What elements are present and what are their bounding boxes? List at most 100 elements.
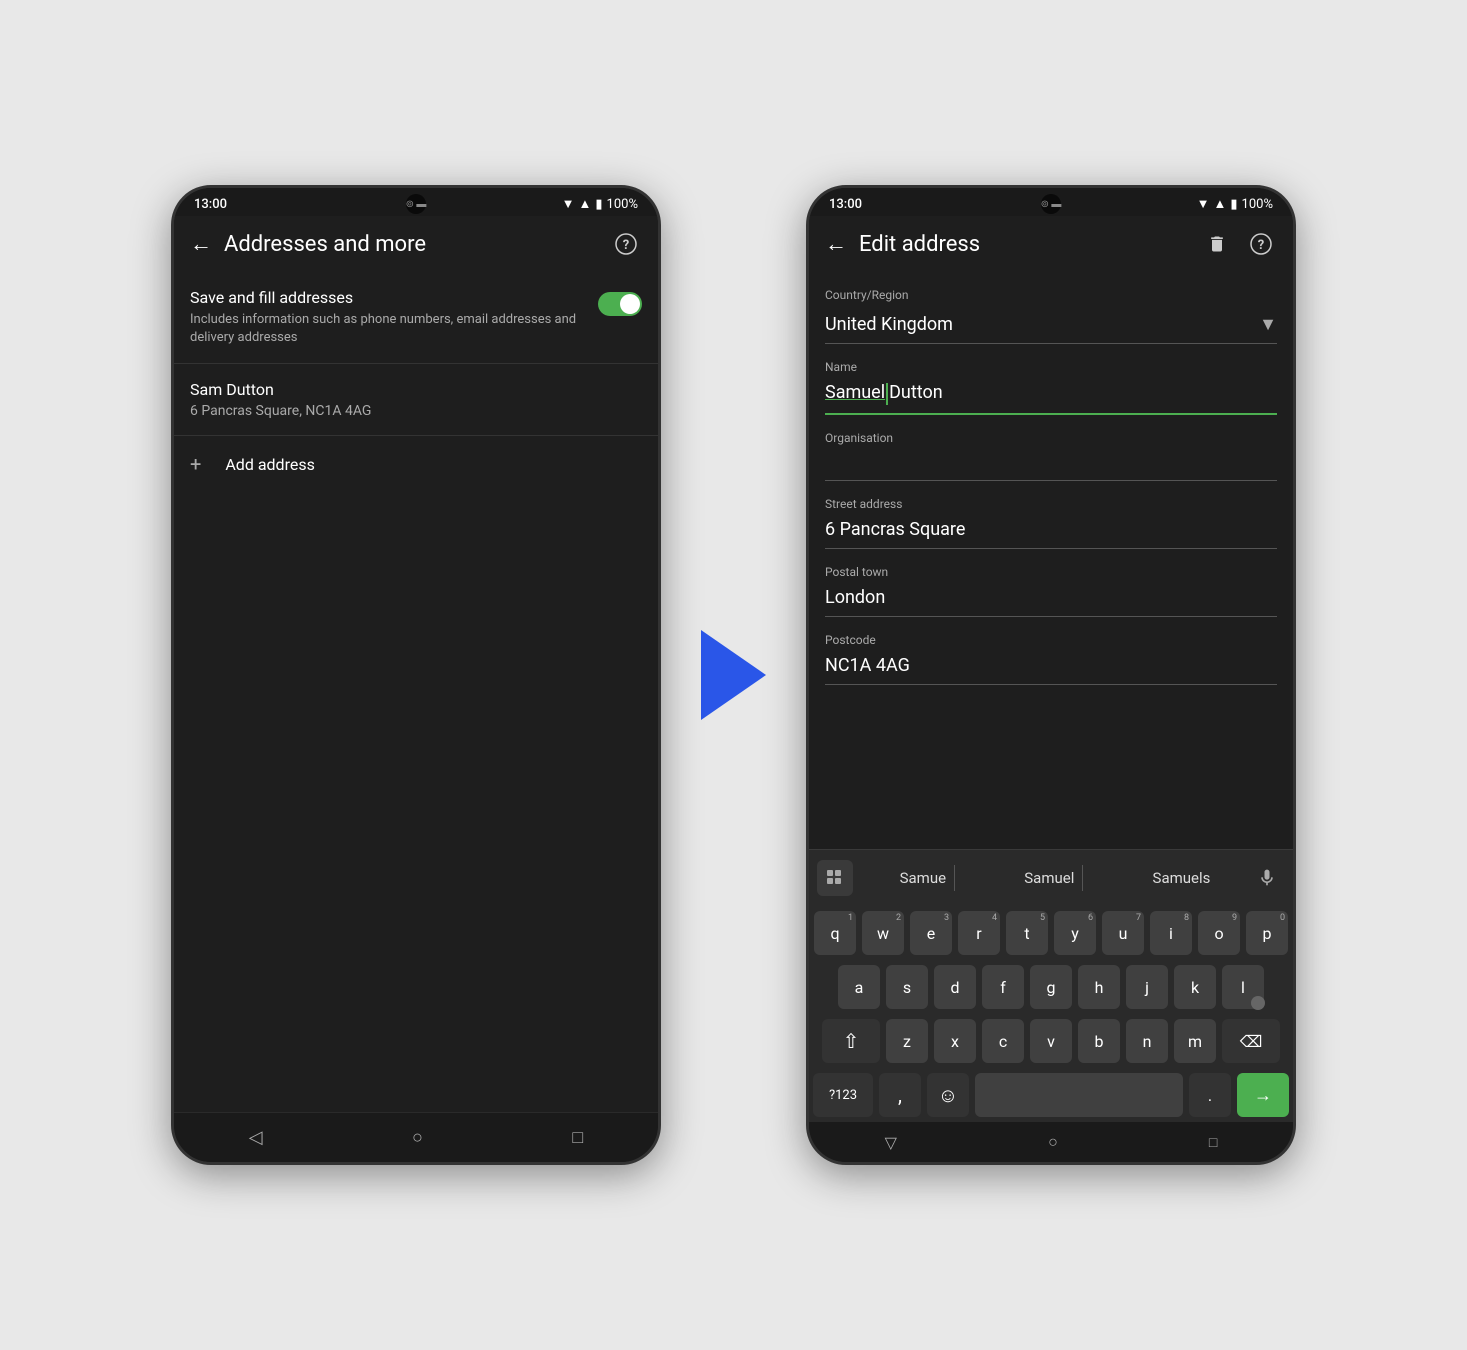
toggle-row[interactable]: Save and fill addresses Includes informa…: [174, 272, 658, 364]
key-s[interactable]: s: [886, 965, 928, 1009]
nav-recents-2[interactable]: □: [1189, 1126, 1237, 1159]
comma-key[interactable]: ,: [879, 1073, 921, 1117]
help-button-2[interactable]: ?: [1245, 228, 1277, 260]
key-h[interactable]: h: [1078, 965, 1120, 1009]
key-z[interactable]: z: [886, 1019, 928, 1063]
emoji-key[interactable]: ☺: [927, 1073, 969, 1117]
org-label: Organisation: [825, 431, 1277, 445]
signal-icon-1: ▲: [579, 196, 592, 212]
country-value: United Kingdom: [825, 314, 953, 335]
screen-2-content: ← Edit address ? Country: [809, 216, 1293, 1122]
key-k[interactable]: k: [1174, 965, 1216, 1009]
battery-pct-2: 100%: [1242, 197, 1273, 212]
key-g[interactable]: g: [1030, 965, 1072, 1009]
page-title-2: Edit address: [859, 232, 1201, 257]
key-r[interactable]: 4r: [958, 911, 1000, 955]
shift-key[interactable]: ⇧: [822, 1019, 880, 1063]
delete-button[interactable]: [1201, 228, 1233, 260]
enter-key[interactable]: →: [1237, 1073, 1289, 1117]
org-field-group: Organisation: [825, 431, 1277, 481]
key-a[interactable]: a: [838, 965, 880, 1009]
name-input-container[interactable]: SamuelDutton: [825, 378, 1277, 415]
add-address-row[interactable]: + Add address: [174, 436, 658, 492]
period-key[interactable]: .: [1189, 1073, 1231, 1117]
postcode-label: Postcode: [825, 633, 1277, 647]
name-value-part1: Samuel: [825, 382, 885, 403]
transition-arrow: [701, 630, 766, 720]
keyboard-row-4: ?123 , ☺ . →: [809, 1068, 1293, 1122]
mic-button[interactable]: [1249, 860, 1285, 896]
name-label: Name: [825, 360, 1277, 374]
key-q[interactable]: 1q: [814, 911, 856, 955]
org-input[interactable]: [825, 449, 1277, 481]
dropdown-arrow-icon: ▼: [1259, 314, 1277, 335]
battery-icon-2: ▮: [1230, 197, 1237, 212]
keyboard-grid-button[interactable]: [817, 860, 853, 896]
phone-frame-2: 13:00 ⊚ ▬ ▼ ▲ ▮ 100% ← Edit address: [806, 185, 1296, 1165]
text-cursor: [886, 383, 888, 405]
street-value[interactable]: 6 Pancras Square: [825, 515, 1277, 549]
screen-1-content: ← Addresses and more ? Save and fill add…: [174, 216, 658, 1112]
status-time-2: 13:00: [829, 197, 862, 212]
nav-bar-2: ▽ ○ □: [809, 1122, 1293, 1162]
key-n[interactable]: n: [1126, 1019, 1168, 1063]
key-c[interactable]: c: [982, 1019, 1024, 1063]
key-o[interactable]: 9o: [1198, 911, 1240, 955]
address-name: Sam Dutton: [190, 380, 642, 399]
nav-home-2[interactable]: ○: [1028, 1124, 1078, 1160]
address-detail: 6 Pancras Square, NC1A 4AG: [190, 403, 642, 419]
app-bar-actions-1: ?: [610, 228, 642, 260]
key-j[interactable]: j: [1126, 965, 1168, 1009]
space-key[interactable]: [975, 1073, 1183, 1117]
autocomplete-bar: Samue Samuel Samuels: [809, 849, 1293, 906]
key-d[interactable]: d: [934, 965, 976, 1009]
backspace-key[interactable]: ⌫: [1222, 1019, 1280, 1063]
add-icon: +: [190, 452, 201, 476]
key-l[interactable]: l: [1222, 965, 1264, 1009]
page-title-1: Addresses and more: [224, 232, 610, 257]
keyboard-row-3: ⇧ z x c v b n m ⌫: [809, 1014, 1293, 1068]
suggestion-1[interactable]: Samue: [892, 865, 955, 891]
key-b[interactable]: b: [1078, 1019, 1120, 1063]
suggestion-2[interactable]: Samuel: [1016, 865, 1083, 891]
postal-town-value[interactable]: London: [825, 583, 1277, 617]
back-button-2[interactable]: ←: [825, 231, 847, 257]
key-i[interactable]: 8i: [1150, 911, 1192, 955]
screen-1-spacer: [174, 492, 658, 1112]
street-label: Street address: [825, 497, 1277, 511]
key-x[interactable]: x: [934, 1019, 976, 1063]
key-f[interactable]: f: [982, 965, 1024, 1009]
help-button-1[interactable]: ?: [610, 228, 642, 260]
nav-bar-1: ◁ ○ □: [174, 1112, 658, 1162]
key-t[interactable]: 5t: [1006, 911, 1048, 955]
key-v[interactable]: v: [1030, 1019, 1072, 1063]
key-m[interactable]: m: [1174, 1019, 1216, 1063]
name-field-group: Name SamuelDutton: [825, 360, 1277, 415]
key-p[interactable]: 0p: [1246, 911, 1288, 955]
key-y[interactable]: 6y: [1054, 911, 1096, 955]
app-bar-actions-2: ?: [1201, 228, 1277, 260]
wifi-icon-2: ▼: [1197, 196, 1210, 212]
app-bar-2: ← Edit address ?: [809, 216, 1293, 272]
nav-back-2[interactable]: ▽: [865, 1125, 917, 1160]
numbers-key[interactable]: ?123: [813, 1073, 873, 1117]
wifi-icon-1: ▼: [562, 196, 575, 212]
status-time-1: 13:00: [194, 197, 227, 212]
mic-icon: [1257, 868, 1277, 888]
address-item[interactable]: Sam Dutton 6 Pancras Square, NC1A 4AG: [174, 364, 658, 436]
key-w[interactable]: 2w: [862, 911, 904, 955]
keyboard-row-1: 1q 2w 3e 4r 5t 6y 7u 8i 9o 0p: [809, 906, 1293, 960]
nav-home-1[interactable]: ○: [392, 1119, 443, 1156]
postcode-value[interactable]: NC1A 4AG: [825, 651, 1277, 685]
key-u[interactable]: 7u: [1102, 911, 1144, 955]
arrow-right-icon: [701, 630, 766, 720]
svg-text:?: ?: [1258, 238, 1264, 253]
suggestion-3[interactable]: Samuels: [1145, 865, 1219, 891]
toggle-switch[interactable]: [598, 292, 642, 316]
key-e[interactable]: 3e: [910, 911, 952, 955]
nav-recents-1[interactable]: □: [552, 1119, 603, 1156]
battery-pct-1: 100%: [607, 197, 638, 212]
country-selector[interactable]: United Kingdom ▼: [825, 306, 1277, 344]
back-button-1[interactable]: ←: [190, 231, 212, 257]
nav-back-1[interactable]: ◁: [229, 1119, 283, 1156]
